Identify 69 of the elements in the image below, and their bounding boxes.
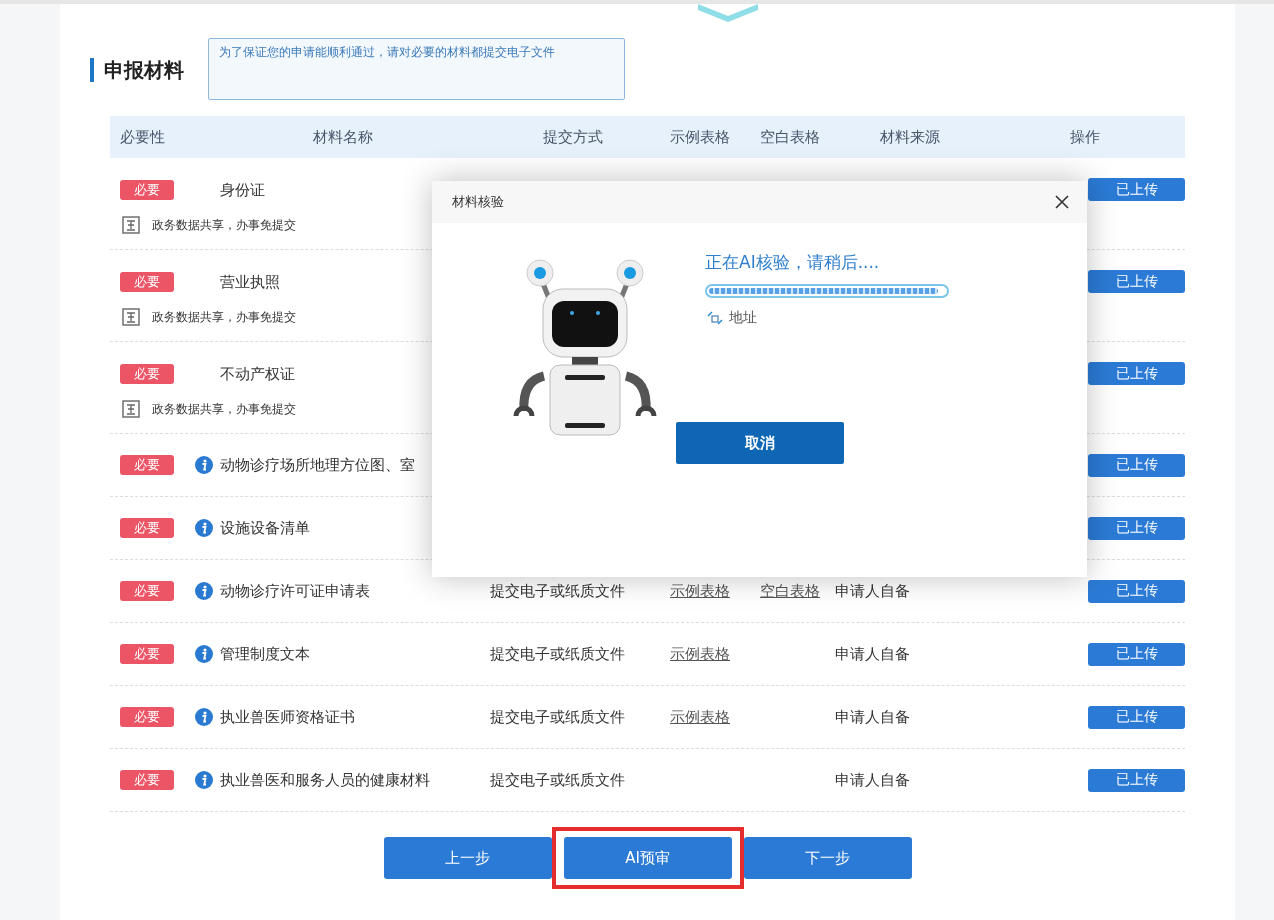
- material-name: 动物诊疗场所地理方位图、室: [220, 455, 415, 475]
- info-icon[interactable]: [195, 645, 213, 663]
- share-icon: [122, 308, 140, 326]
- uploaded-button[interactable]: 已上传: [1088, 768, 1185, 792]
- uploaded-button[interactable]: 已上传: [1088, 705, 1185, 729]
- material-source: 申请人自备: [835, 770, 910, 789]
- dialog-title: 材料核验: [452, 193, 504, 211]
- share-note: 政务数据共享，办事免提交: [152, 216, 296, 234]
- required-tag: 必要: [120, 518, 174, 538]
- material-name: 动物诊疗许可证申请表: [220, 581, 370, 601]
- required-tag: 必要: [120, 180, 174, 200]
- share-icon: [122, 216, 140, 234]
- cancel-button[interactable]: 取消: [676, 422, 844, 464]
- share-icon: [122, 400, 140, 418]
- submit-method: 提交电子或纸质文件: [490, 707, 625, 726]
- blank-form-link[interactable]: 空白表格: [760, 581, 820, 600]
- material-name: 执业兽医和服务人员的健康材料: [220, 770, 430, 790]
- column-header: 提交方式: [541, 127, 604, 147]
- uploaded-button[interactable]: 已上传: [1088, 579, 1185, 603]
- info-icon[interactable]: [195, 456, 213, 474]
- column-header: 空白表格: [759, 127, 821, 147]
- uploaded-button[interactable]: 已上传: [1088, 362, 1185, 385]
- example-form-link[interactable]: 示例表格: [670, 707, 730, 726]
- step-button[interactable]: AI预审: [563, 837, 732, 879]
- example-form-link[interactable]: 示例表格: [670, 581, 730, 600]
- material-name: 营业执照: [219, 272, 281, 292]
- step-button[interactable]: 下一步: [743, 837, 912, 879]
- material-name: 身份证: [219, 180, 266, 200]
- close-icon[interactable]: [1055, 195, 1069, 209]
- required-tag: 必要: [120, 707, 174, 727]
- required-tag: 必要: [120, 644, 174, 664]
- share-note: 政务数据共享，办事免提交: [152, 400, 296, 418]
- uploaded-button[interactable]: 已上传: [1088, 642, 1185, 666]
- example-form-link[interactable]: 示例表格: [670, 644, 730, 663]
- chevron-decoration-icon: [698, 4, 758, 22]
- submit-method: 提交电子或纸质文件: [490, 581, 625, 600]
- step-button[interactable]: 上一步: [383, 837, 552, 879]
- section-title: 申报材料: [90, 58, 184, 82]
- column-header: 材料名称: [311, 127, 374, 147]
- material-source: 申请人自备: [835, 644, 910, 663]
- required-tag: 必要: [120, 364, 174, 384]
- required-tag: 必要: [120, 272, 174, 292]
- uploaded-button[interactable]: 已上传: [1088, 453, 1185, 477]
- uploaded-button[interactable]: 已上传: [1088, 178, 1185, 201]
- uploaded-button[interactable]: 已上传: [1088, 270, 1185, 293]
- info-icon[interactable]: [195, 708, 213, 726]
- info-icon[interactable]: [195, 771, 213, 789]
- step-label: 地址: [729, 309, 757, 327]
- required-tag: 必要: [120, 581, 174, 601]
- material-name: 设施设备清单: [220, 518, 310, 538]
- submit-method: 提交电子或纸质文件: [490, 770, 625, 789]
- material-name: 执业兽医师资格证书: [220, 707, 355, 727]
- column-header: 操作: [1069, 127, 1101, 147]
- material-source: 申请人自备: [835, 581, 910, 600]
- notice-text: 为了保证您的申请能顺利通过，请对必要的材料都提交电子文件: [208, 38, 625, 100]
- column-header: 示例表格: [669, 127, 731, 147]
- uploaded-button[interactable]: 已上传: [1088, 516, 1185, 540]
- column-header: 材料来源: [879, 127, 941, 147]
- submit-method: 提交电子或纸质文件: [490, 644, 625, 663]
- info-icon[interactable]: [195, 582, 213, 600]
- share-note: 政务数据共享，办事免提交: [152, 308, 296, 326]
- required-tag: 必要: [120, 455, 174, 475]
- material-name: 管理制度文本: [220, 644, 310, 664]
- column-header: 必要性: [119, 127, 166, 147]
- info-icon[interactable]: [195, 519, 213, 537]
- required-tag: 必要: [120, 770, 174, 790]
- material-name: 不动产权证: [219, 364, 296, 384]
- status-text: 正在AI核验，请稍后....: [705, 251, 881, 274]
- material-source: 申请人自备: [835, 707, 910, 726]
